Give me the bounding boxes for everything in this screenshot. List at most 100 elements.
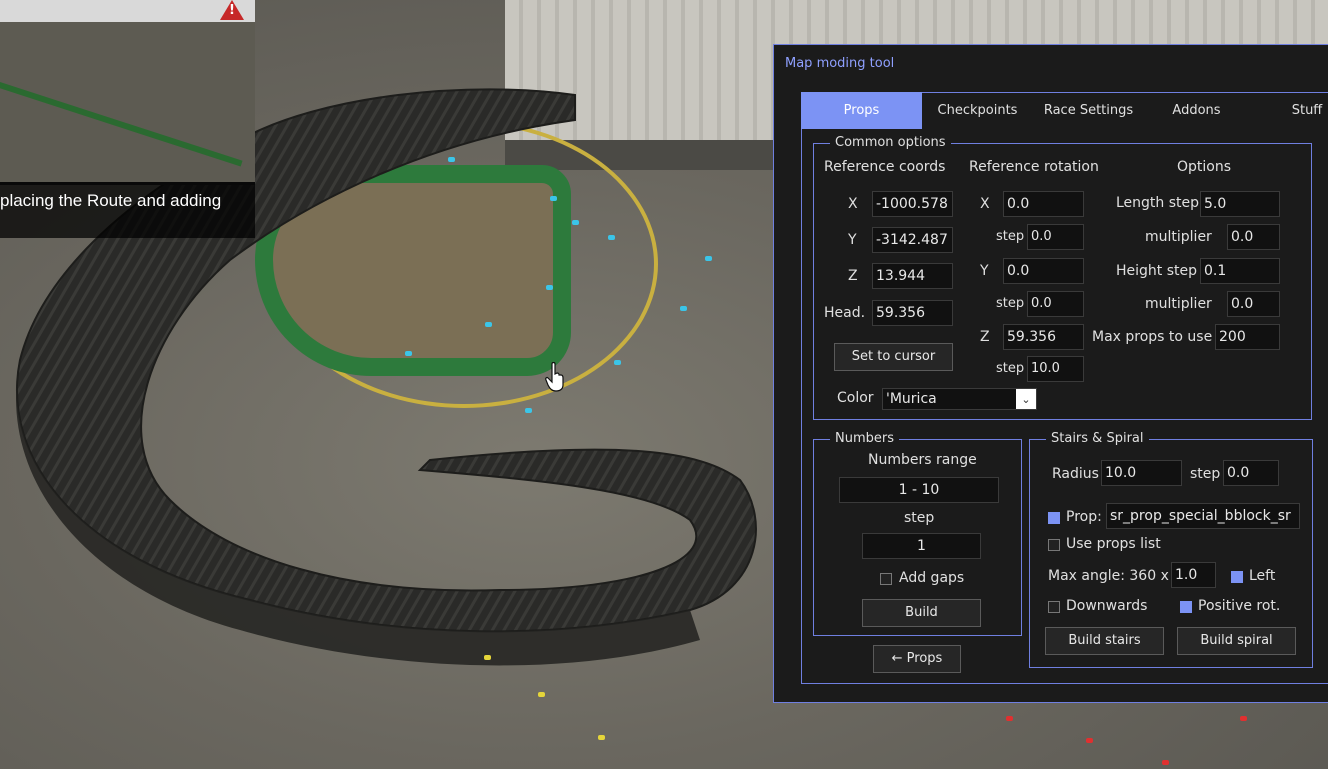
rot-y-label: Y xyxy=(980,263,989,279)
left-checkbox[interactable] xyxy=(1231,571,1243,583)
marker xyxy=(1086,738,1093,743)
length-multiplier-field[interactable]: 0.0 xyxy=(1227,224,1280,250)
options-label: Options xyxy=(1177,159,1232,175)
rot-z-field[interactable]: 59.356 xyxy=(1003,324,1084,350)
rot-x-field[interactable]: 0.0 xyxy=(1003,191,1084,217)
tab-checkpoints[interactable]: Checkpoints xyxy=(922,92,1033,129)
map-tool-window[interactable]: Map moding tool Props Checkpoints Race S… xyxy=(773,44,1328,703)
marker xyxy=(550,196,557,201)
marker xyxy=(448,157,455,162)
numbers-range-label: Numbers range xyxy=(868,452,977,468)
coord-x-field[interactable]: -1000.578 xyxy=(872,191,953,217)
tab-props[interactable]: Props xyxy=(801,92,922,129)
build-spiral-button[interactable]: Build spiral xyxy=(1177,627,1296,655)
hint-text: placing the Route and adding xyxy=(0,191,222,210)
marker xyxy=(705,256,712,261)
marker xyxy=(1240,716,1247,721)
marker xyxy=(598,735,605,740)
color-label: Color xyxy=(837,390,874,406)
numbers-step-field[interactable]: 1 xyxy=(862,533,981,559)
rot-x-step-field[interactable]: 0.0 xyxy=(1027,224,1084,250)
rot-x-label: X xyxy=(980,196,990,212)
rot-y-step-field[interactable]: 0.0 xyxy=(1027,291,1084,317)
stairs-spiral-legend: Stairs & Spiral xyxy=(1046,431,1149,447)
positive-rot-checkbox[interactable] xyxy=(1180,601,1192,613)
radius-label: Radius xyxy=(1052,466,1099,482)
rot-z-step-field[interactable]: 10.0 xyxy=(1027,356,1084,382)
coord-z-label: Z xyxy=(848,268,858,284)
coord-y-field[interactable]: -3142.487 xyxy=(872,227,953,253)
tab-stuff[interactable]: Stuff xyxy=(1277,92,1328,129)
minimap xyxy=(0,22,255,185)
marker xyxy=(680,306,687,311)
length-multiplier-label: multiplier xyxy=(1145,229,1212,245)
coord-y-label: Y xyxy=(848,232,857,248)
max-props-label: Max props to use xyxy=(1092,329,1213,345)
marker xyxy=(485,322,492,327)
add-gaps-checkbox[interactable] xyxy=(880,573,892,585)
add-gaps-label: Add gaps xyxy=(899,570,965,586)
prop-label: Prop: xyxy=(1066,509,1102,525)
window-title: Map moding tool xyxy=(785,56,895,71)
numbers-step-label: step xyxy=(904,510,935,526)
rot-z-label: Z xyxy=(980,329,990,345)
positive-rot-label: Positive rot. xyxy=(1198,598,1281,614)
ref-coords-label: Reference coords xyxy=(824,159,946,175)
tab-race-settings[interactable]: Race Settings xyxy=(1033,92,1144,129)
marker xyxy=(1162,760,1169,765)
coord-x-label: X xyxy=(848,196,858,212)
max-angle-field[interactable]: 1.0 xyxy=(1171,562,1216,588)
rot-y-field[interactable]: 0.0 xyxy=(1003,258,1084,284)
numbers-legend: Numbers xyxy=(830,431,899,447)
radius-field[interactable]: 10.0 xyxy=(1101,460,1182,486)
radius-step-field[interactable]: 0.0 xyxy=(1223,460,1279,486)
length-step-field[interactable]: 5.0 xyxy=(1200,191,1280,217)
marker xyxy=(608,235,615,240)
length-step-label: Length step xyxy=(1116,195,1200,211)
ref-rotation-label: Reference rotation xyxy=(969,159,1099,175)
heading-field[interactable]: 59.356 xyxy=(872,300,953,326)
max-angle-label: Max angle: 360 x xyxy=(1048,568,1169,584)
rot-x-step-label: step xyxy=(996,229,1025,244)
coord-z-field[interactable]: 13.944 xyxy=(872,263,953,289)
common-options-legend: Common options xyxy=(830,135,951,151)
prop-checkbox[interactable] xyxy=(1048,512,1060,524)
downwards-label: Downwards xyxy=(1066,598,1148,614)
marker xyxy=(405,351,412,356)
minimap-header xyxy=(0,0,255,22)
marker xyxy=(572,220,579,225)
height-multiplier-label: multiplier xyxy=(1145,296,1212,312)
height-step-field[interactable]: 0.1 xyxy=(1200,258,1280,284)
max-props-field[interactable]: 200 xyxy=(1215,324,1280,350)
radius-step-label: step xyxy=(1190,466,1221,482)
numbers-group: Numbers Numbers range 1 - 10 step 1 Add … xyxy=(813,431,1022,636)
numbers-range-field[interactable]: 1 - 10 xyxy=(839,477,999,503)
heading-label: Head. xyxy=(824,305,866,321)
build-numbers-button[interactable]: Build xyxy=(862,599,981,627)
stairs-spiral-group: Stairs & Spiral Radius 10.0 step 0.0 Pro… xyxy=(1029,431,1313,668)
props-back-button[interactable]: ← Props xyxy=(873,645,961,673)
tab-addons[interactable]: Addons xyxy=(1144,92,1249,129)
downwards-checkbox[interactable] xyxy=(1048,601,1060,613)
common-options-group: Common options Reference coords Referenc… xyxy=(813,135,1312,420)
chevron-down-icon[interactable]: ⌄ xyxy=(1016,389,1036,409)
hint-box: placing the Route and adding xyxy=(0,182,255,238)
marker xyxy=(1006,716,1013,721)
tab-bar: Props Checkpoints Race Settings Addons S… xyxy=(801,92,1328,129)
marker xyxy=(546,285,553,290)
hand-cursor-icon xyxy=(545,362,564,392)
color-select[interactable]: 'Murica ⌄ xyxy=(882,388,1037,410)
height-multiplier-field[interactable]: 0.0 xyxy=(1227,291,1280,317)
marker xyxy=(525,408,532,413)
marker xyxy=(538,692,545,697)
build-stairs-button[interactable]: Build stairs xyxy=(1045,627,1164,655)
use-props-list-label: Use props list xyxy=(1066,536,1161,552)
left-label: Left xyxy=(1249,568,1276,584)
rot-y-step-label: step xyxy=(996,296,1025,311)
use-props-list-checkbox[interactable] xyxy=(1048,539,1060,551)
warning-icon xyxy=(220,0,244,20)
height-step-label: Height step xyxy=(1116,263,1198,279)
set-to-cursor-button[interactable]: Set to cursor xyxy=(834,343,953,371)
prop-name-field[interactable]: sr_prop_special_bblock_sr xyxy=(1106,503,1300,529)
minimap-road xyxy=(0,82,243,167)
